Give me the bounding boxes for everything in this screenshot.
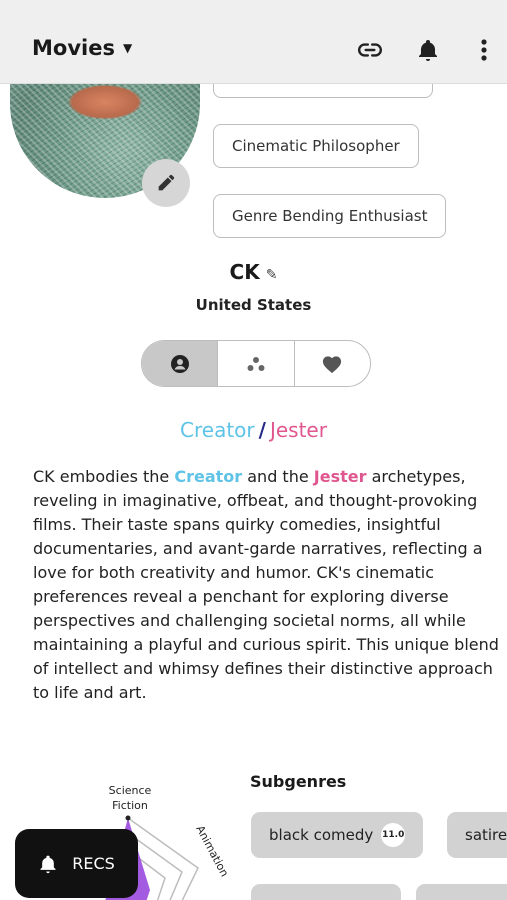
profile-bio: CK embodies the Creator and the Jester a… <box>33 465 503 705</box>
app-bar: Movies ▼ <box>0 0 507 84</box>
archetype-secondary: Jester <box>269 418 327 442</box>
radar-label-right: Animation <box>193 823 231 879</box>
edit-username-icon[interactable]: ✎ <box>266 267 278 283</box>
bell-icon[interactable] <box>414 36 442 64</box>
more-vertical-icon[interactable] <box>470 36 498 64</box>
archetype-separator: / <box>258 418 266 442</box>
subgenre-score: 11.0 <box>381 823 406 847</box>
persona-tag-1[interactable]: Cinematic Philosopher <box>213 124 419 168</box>
recs-button[interactable]: RECS <box>15 829 138 898</box>
subgenre-chip[interactable] <box>416 884 507 900</box>
radar-label-top-line: Science <box>109 784 152 797</box>
bio-text: and the <box>242 467 314 486</box>
bio-text: archetypes, reveling in imaginative, off… <box>33 467 499 702</box>
bell-icon <box>40 855 56 873</box>
subgenre-label: black comedy <box>269 826 374 844</box>
location: United States <box>195 296 312 314</box>
subgenre-label: satire <box>465 826 507 844</box>
edit-icon <box>158 174 175 191</box>
category-label: Movies <box>32 36 115 60</box>
bio-archetype-primary: Creator <box>174 467 243 486</box>
person-icon <box>170 354 189 373</box>
persona-tag-2[interactable]: Genre Bending Enthusiast <box>213 194 447 238</box>
subgenre-chip[interactable]: satire <box>447 812 507 858</box>
subgenre-chip[interactable] <box>251 884 401 900</box>
edit-avatar-button[interactable] <box>142 159 190 207</box>
subgenre-chip[interactable]: black comedy 11.0 <box>251 812 424 858</box>
caret-down-icon: ▼ <box>122 41 133 55</box>
heart-icon <box>323 355 342 373</box>
category-dropdown[interactable]: Movies ▼ <box>32 36 132 60</box>
archetype-heading: Creator / Jester <box>0 418 507 442</box>
recs-label: RECS <box>72 854 115 873</box>
profile-tab-switcher <box>141 340 371 387</box>
bio-text: CK embodies the <box>33 467 175 486</box>
radar-data-point <box>125 815 131 821</box>
tab-profile[interactable] <box>142 341 219 386</box>
tab-favorites[interactable] <box>295 341 370 386</box>
username: CK ✎ <box>0 260 507 284</box>
archetype-primary: Creator <box>180 418 255 442</box>
cluster-icon <box>247 356 265 371</box>
radar-label-top-line: Fiction <box>112 799 148 812</box>
radar-label-top: Science Fiction <box>109 784 152 812</box>
bio-archetype-secondary: Jester <box>313 467 367 486</box>
username-text: CK <box>229 260 260 284</box>
tab-clusters[interactable] <box>218 341 295 386</box>
persona-tag-label: Cinematic Philosopher <box>232 137 400 155</box>
subgenres-title: Subgenres <box>250 772 347 791</box>
persona-tag-label: Genre Bending Enthusiast <box>232 207 428 225</box>
link-icon[interactable] <box>356 36 384 64</box>
